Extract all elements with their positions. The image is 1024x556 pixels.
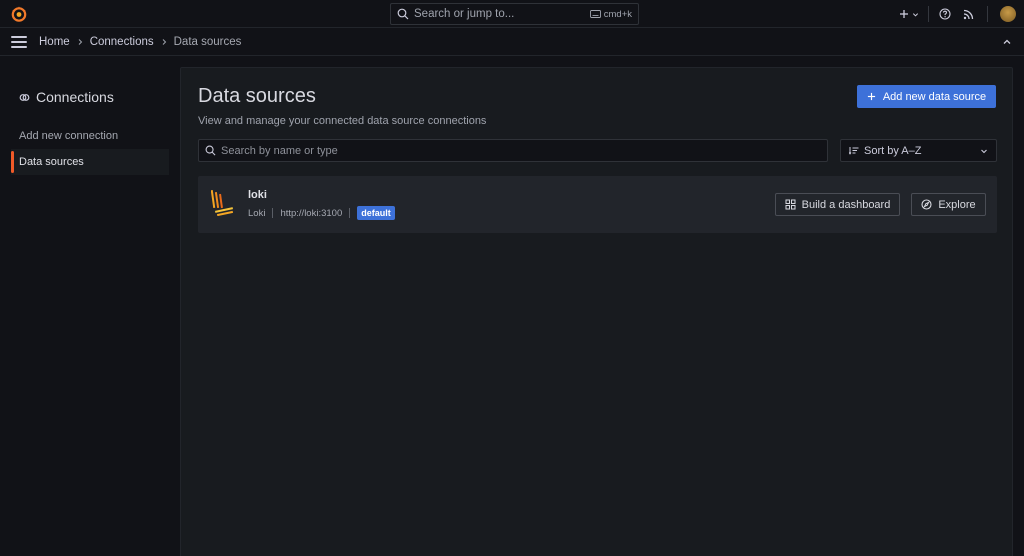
global-search-input[interactable]: Search or jump to... cmd+k — [390, 3, 639, 25]
top-bar: Search or jump to... cmd+k — [0, 0, 1024, 28]
news-button[interactable] — [955, 0, 981, 28]
breadcrumb-connections[interactable]: Connections — [90, 36, 154, 48]
apps-icon — [785, 199, 796, 210]
top-right-actions — [896, 0, 1024, 28]
explore-label: Explore — [938, 198, 976, 211]
sidebar-item-data-sources[interactable]: Data sources — [11, 149, 169, 175]
data-source-card[interactable]: loki Loki http://loki:3100 default Build… — [198, 176, 997, 233]
page-subtitle: View and manage your connected data sour… — [198, 115, 487, 127]
grafana-logo-icon[interactable] — [10, 5, 28, 23]
shortcut-text: cmd+k — [603, 8, 632, 20]
sidebar-title-text: Connections — [36, 89, 114, 105]
compass-icon — [921, 199, 932, 210]
sort-select[interactable]: Sort by A–Z — [840, 139, 997, 162]
breadcrumb-current: Data sources — [173, 35, 242, 48]
shortcut-hint: cmd+k — [589, 8, 632, 20]
default-badge: default — [357, 206, 395, 220]
build-dashboard-label: Build a dashboard — [801, 198, 891, 211]
search-icon — [205, 145, 216, 156]
rss-icon — [963, 9, 973, 19]
data-source-name[interactable]: loki — [248, 189, 267, 201]
add-new-data-source-button[interactable]: Add new data source — [857, 85, 996, 108]
data-source-meta: Loki http://loki:3100 default — [248, 206, 395, 220]
avatar[interactable] — [1000, 6, 1016, 22]
sidebar-item-label: Data sources — [19, 156, 84, 168]
help-button[interactable] — [935, 0, 955, 28]
connections-icon — [19, 93, 30, 101]
explore-button[interactable]: Explore — [911, 193, 986, 216]
breadcrumb-home[interactable]: Home — [39, 36, 70, 48]
breadcrumb: Home Connections Data sources — [0, 28, 1024, 56]
plus-icon — [867, 92, 875, 101]
menu-icon[interactable] — [11, 35, 27, 48]
chevron-right-icon — [78, 38, 82, 45]
loki-logo-icon — [211, 189, 234, 216]
sort-label: Sort by A–Z — [864, 144, 922, 157]
main-panel: Data sources View and manage your connec… — [180, 67, 1013, 556]
build-dashboard-button[interactable]: Build a dashboard — [775, 193, 900, 216]
divider — [272, 208, 274, 218]
sort-icon — [849, 147, 859, 155]
global-search-placeholder: Search or jump to... — [414, 8, 515, 20]
chevron-up-icon[interactable] — [1002, 37, 1012, 47]
search-placeholder: Search by name or type — [221, 144, 338, 157]
data-source-type: Loki — [248, 207, 266, 219]
help-icon — [939, 8, 951, 20]
new-button[interactable] — [896, 0, 922, 28]
search-icon — [397, 8, 409, 20]
data-source-search-input[interactable]: Search by name or type — [198, 139, 828, 162]
divider — [987, 6, 988, 22]
keyboard-icon — [589, 10, 601, 18]
add-button-label: Add new data source — [882, 90, 987, 103]
chevron-down-icon — [912, 12, 919, 16]
chevron-right-icon — [162, 38, 166, 45]
sidebar-item-add-new-connection[interactable]: Add new connection — [11, 123, 169, 149]
divider — [349, 208, 351, 218]
plus-icon — [900, 10, 908, 18]
sidebar: Connections Add new connection Data sour… — [0, 56, 180, 556]
sidebar-title: Connections — [19, 89, 114, 105]
divider — [928, 6, 929, 22]
page-title: Data sources — [198, 85, 316, 107]
sidebar-item-label: Add new connection — [19, 130, 119, 142]
chevron-down-icon — [981, 149, 987, 153]
data-source-url: http://loki:3100 — [280, 207, 343, 219]
